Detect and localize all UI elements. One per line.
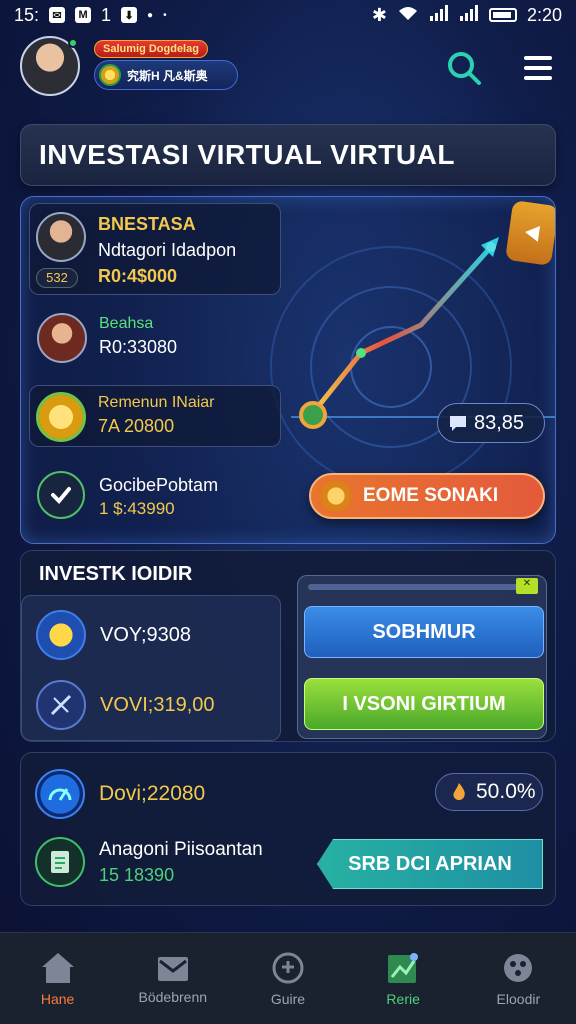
investor-card-2[interactable]: Beahsa R0:33080 [37,311,277,371]
satellite-icon [36,680,86,730]
percent-badge: 50.0% [435,773,543,811]
signal-icon-2 [459,4,479,26]
card-title-3: Remenun INaiar [98,394,215,411]
summary-action-button[interactable]: SRB DCI APRIAN [317,839,543,889]
nav-label-settings: Eloodir [496,990,541,1007]
card-value-2: R0:33080 [99,337,178,357]
document-icon [35,837,85,887]
status-time-left: 15: [14,4,40,25]
summary-panel: Dovi;22080 50.0% Anagoni Piisoantan 15 1… [20,752,556,906]
home-icon [41,952,74,983]
bottom-navigation: Hane Bödebrenn Guire Rerie Eloodir [0,932,576,1024]
page-title: INVESTASI VIRTUAL VIRTUAL [20,124,556,186]
invest-values-card: VOY;9308 VOVI;319,00 [21,595,281,741]
rank-badge: Salumig Dogdelag [94,40,208,58]
nav-item-settings[interactable]: Eloodir [468,951,568,1007]
nav-item-home[interactable]: Hane [8,951,108,1007]
card-value-4: 1 $:43990 [99,499,175,518]
menu-icon [524,56,552,80]
alert-badge-icon[interactable] [505,200,555,266]
nav-label-guide: Guire [270,990,306,1007]
investor-card-3[interactable]: Remenun INaiar 7A 20800 [29,385,281,447]
coin-icon [99,64,121,86]
investment-graph-panel: BNESTASA Ndtagori Idadpon 532 R0:4$000 B… [20,196,556,544]
status-clock: 2:20 [526,4,562,25]
summary-row-1[interactable]: Dovi;22080 [35,769,205,819]
summary-row-2[interactable]: Anagoni Piisoantan 15 18390 [35,837,263,887]
invest-panel-title: INVESTK IOIDIR [39,563,193,585]
wifi-icon [397,5,419,26]
investor-card-4[interactable]: GocibePobtam 1 $:43990 [37,469,277,529]
graph-action-label: EOME SONAKI [363,485,499,506]
gauge-icon [35,769,85,819]
card-badge-1: 532 [36,268,78,288]
summary-row-1-value: Dovi;22080 [99,782,206,805]
bluetooth-icon: ✱ [371,4,387,25]
card-value-1: R0:4$000 [98,266,178,286]
check-icon [37,471,85,519]
chat-bubble-icon [450,416,466,431]
chart-icon [388,952,419,983]
slider-tag-icon: ✕ [516,578,538,594]
card-value-3: 7A 20800 [98,416,175,436]
search-button[interactable] [444,48,484,88]
battery-icon [488,8,517,22]
invest-row-1-value: VOY;9308 [100,623,191,646]
card-title-4: GocibePobtam [99,475,219,495]
investor-avatar-2 [37,313,87,363]
app-header: Salumig Dogdelag 究斯H 凡&斯奥 [0,32,576,108]
invest-panel: INVESTK IOIDIR VOY;9308 VOVI;319,00 ✕ SO… [20,550,556,742]
invest-slider[interactable] [308,584,536,590]
coin-icon [36,610,86,660]
status-notif-count: 1 [101,4,112,25]
graph-value-text: 83,85 [474,411,525,434]
dot-icon-2: • [163,9,167,21]
green-action-button[interactable]: I VSONI GIRTIUM [304,678,544,730]
menu-button[interactable] [518,48,558,88]
invest-actions-card: ✕ SOBHMUR I VSONI GIRTIUM [297,575,547,739]
nav-item-guide[interactable]: Guire [238,951,338,1007]
percent-value: 50.0% [476,780,536,803]
invest-row-2-value: VOVI;319,00 [100,693,215,716]
blue-action-button[interactable]: SOBHMUR [304,606,544,658]
card-title-2: Beahsa [99,315,154,332]
coin-balance-badge[interactable]: 究斯H 凡&斯奥 [94,60,238,90]
signal-icon [429,4,449,26]
nav-item-chart[interactable]: Rerie [353,951,453,1007]
graph-value-badge: 83,85 [437,403,545,443]
coin-icon [321,481,351,511]
notification-icon: ✉ [49,7,66,23]
compass-icon [272,952,304,983]
status-bar: 15: ✉ M 1 ⬇ ● • ✱ 2:20 [0,0,576,30]
investor-avatar-1 [36,212,86,262]
coin-balance-label: 究斯H 凡&斯奥 [127,68,208,83]
nav-label-inbox: Bödebrenn [138,988,208,1005]
summary-row-2-value: 15 18390 [99,864,175,885]
summary-row-2-title: Anagoni Piisoantan [99,838,263,860]
dot-icon: ● [147,9,154,21]
nav-item-inbox[interactable]: Bödebrenn [123,953,223,1005]
nav-label-home: Hane [40,990,75,1007]
investor-card-1[interactable]: BNESTASA Ndtagori Idadpon 532 R0:4$000 [29,203,281,295]
invest-row-2[interactable]: VOVI;319,00 [36,680,215,730]
invest-row-1[interactable]: VOY;9308 [36,610,191,660]
inbox-icon [157,956,188,981]
app-notification-icon: M [75,7,92,23]
graph-action-button[interactable]: EOME SONAKI [309,473,545,519]
settings-icon [504,953,533,982]
gold-coin-icon [36,392,86,442]
nav-label-chart: Rerie [386,990,420,1007]
flame-icon [453,783,465,800]
search-icon [448,52,481,85]
card-title-1: BNESTASA [98,214,196,234]
download-icon: ⬇ [121,7,138,23]
card-subtitle-1: Ndtagori Idadpon [98,240,237,260]
online-indicator [68,38,78,48]
